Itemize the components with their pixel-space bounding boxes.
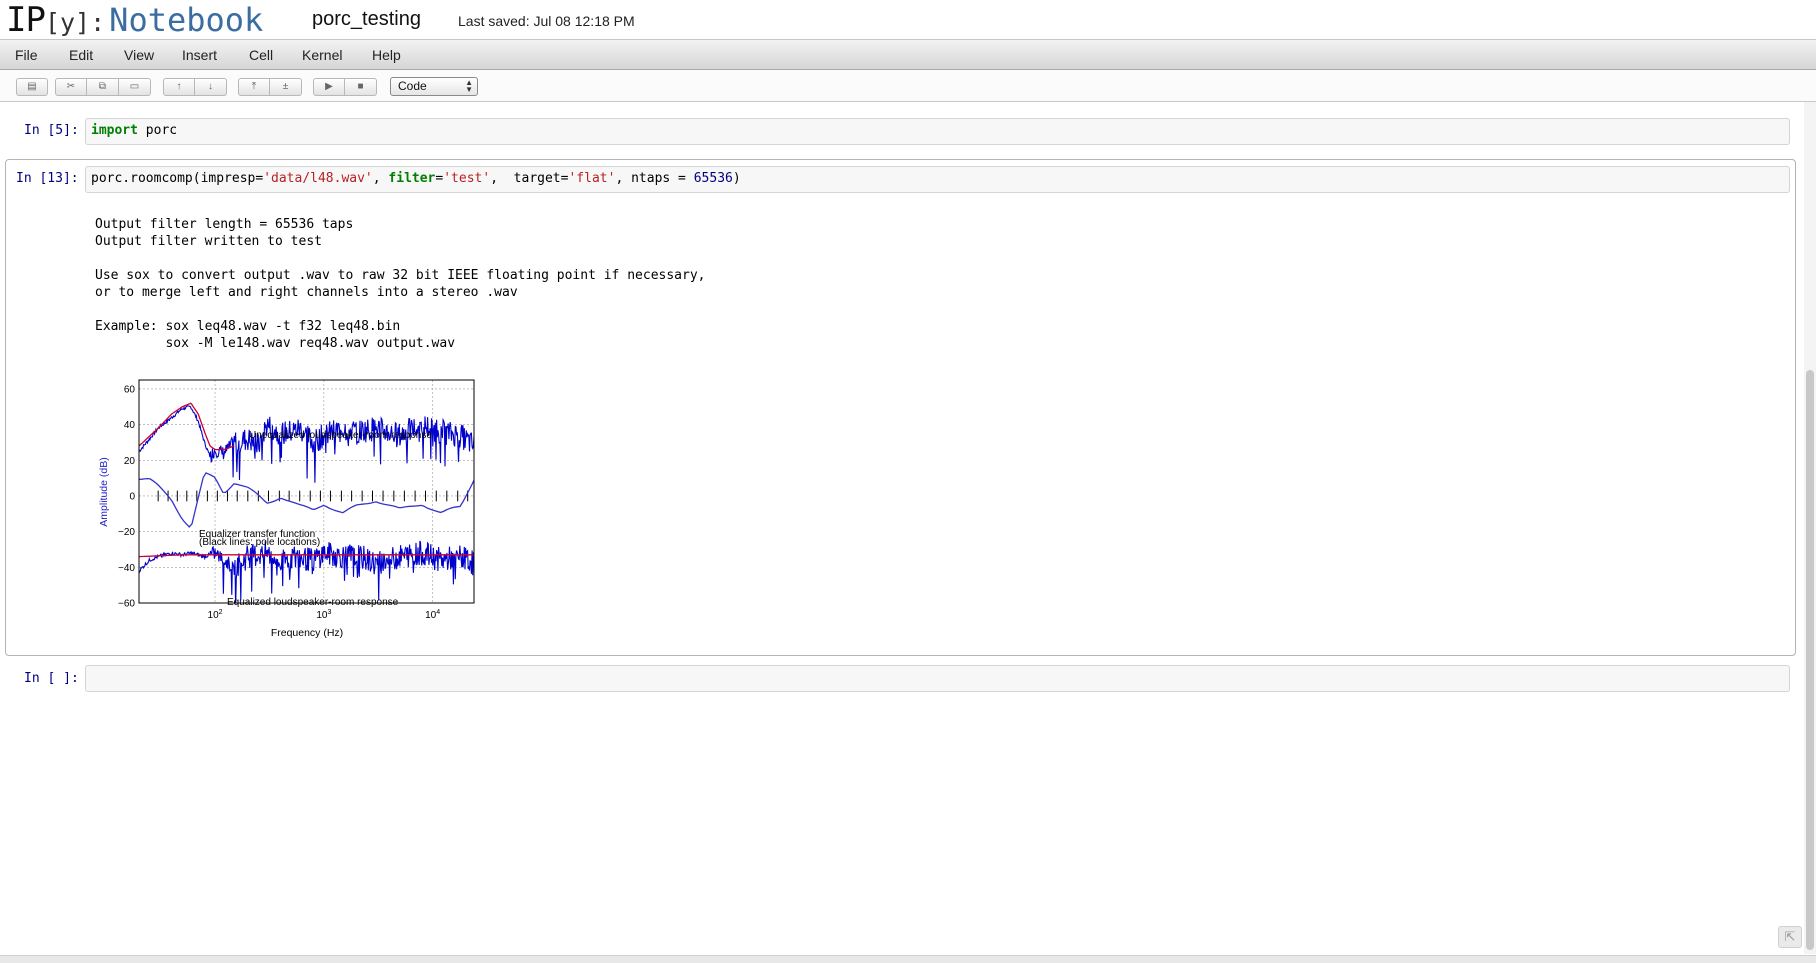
code-token: , ntaps =: [615, 171, 694, 186]
x-tick-label: 103: [316, 609, 331, 621]
cut-icon: ✂: [66, 81, 76, 92]
scrollbar-thumb[interactable]: [1806, 370, 1814, 950]
notebook-name[interactable]: porc_testing: [312, 8, 421, 31]
logo-notebook-text: Notebook: [109, 1, 264, 39]
y-tick-label: 60: [124, 384, 136, 395]
run-icon: ▶: [325, 81, 333, 92]
y-tick-label: 20: [124, 456, 136, 467]
logo-ip-text: IP: [6, 0, 46, 40]
menu-help[interactable]: Help: [368, 40, 405, 69]
code-token: , target=: [490, 171, 569, 186]
stop-button[interactable]: ■: [345, 78, 377, 96]
series-line: [139, 472, 474, 528]
select-arrows-icon: ▲ ▼: [465, 78, 473, 94]
y-tick-label: −40: [118, 563, 135, 574]
output-line: Output filter length = 65536 taps: [95, 217, 354, 232]
output-line: or to merge left and right channels into…: [95, 285, 518, 300]
code-text: porc: [137, 123, 178, 138]
run-button[interactable]: ▶: [313, 78, 345, 96]
code-keyword: import: [91, 123, 138, 138]
paste-icon: ▭: [129, 81, 140, 92]
save-icon: ▤: [27, 81, 37, 92]
code-token: 'test': [443, 171, 491, 186]
x-tick-label: 102: [208, 609, 223, 621]
code-input[interactable]: import porc: [85, 118, 1790, 145]
code-token: 65536: [693, 171, 733, 186]
output-line: Use sox to convert output .wav to raw 32…: [95, 268, 706, 283]
stop-icon: ■: [357, 81, 364, 92]
menubar: File Edit View Insert Cell Kernel Help: [0, 39, 1816, 70]
x-axis-label: Frequency (Hz): [271, 627, 343, 639]
code-input[interactable]: porc.roomcomp(impresp='data/l48.wav', fi…: [85, 166, 1790, 193]
toolbar: ▤ ✂ ⧉ ▭ ↑ ↓ ⤒ ± ▶ ■ Code ▲ ▼: [0, 70, 1816, 102]
cut-button[interactable]: ✂: [55, 78, 87, 96]
cell-prompt: In [13]:: [16, 171, 79, 186]
y-tick-label: 0: [129, 491, 135, 502]
ipython-logo[interactable]: IP[y]: Notebook: [6, 0, 264, 40]
code-token: 'data/l48.wav': [263, 171, 373, 186]
output-line: Output filter written to test: [95, 234, 322, 249]
logo-y-text: [y]:: [44, 8, 106, 37]
y-axis-ticks: 60 40 20 0 −20 −40 −60: [118, 384, 135, 609]
menu-cell[interactable]: Cell: [245, 40, 277, 69]
cell-prompt: In [ ]:: [24, 671, 79, 686]
menu-file[interactable]: File: [11, 40, 42, 69]
move-down-button[interactable]: ↓: [195, 78, 227, 96]
x-tick-label: 104: [425, 609, 440, 621]
expand-pager-icon[interactable]: ⇱: [1778, 926, 1802, 948]
output-line: sox -M le148.wav req48.wav output.wav: [95, 336, 456, 351]
save-button[interactable]: ▤: [16, 78, 48, 96]
y-tick-label: 40: [124, 420, 136, 431]
chart-annotation: Equalized loudspeaker-room response: [227, 597, 399, 608]
code-token: 'flat': [568, 171, 616, 186]
series-line: [139, 405, 474, 483]
move-down-icon: ↓: [208, 81, 213, 92]
insert-below-icon: ±: [282, 81, 289, 92]
series-line: [139, 402, 235, 451]
frequency-response-chart: 60 40 20 0 −20 −40 −60 102 103 104 Unequalized l…: [98, 379, 475, 639]
insert-below-button[interactable]: ±: [270, 78, 302, 96]
insert-above-button[interactable]: ⤒: [238, 78, 270, 96]
code-token: porc.roomcomp(impresp=: [91, 171, 264, 186]
copy-button[interactable]: ⧉: [87, 78, 119, 96]
x-axis-ticks: 102 103 104: [208, 609, 441, 621]
menu-kernel[interactable]: Kernel: [298, 40, 346, 69]
cell-output-text: Output filter length = 65536 taps Output …: [95, 216, 705, 352]
menu-insert[interactable]: Insert: [178, 40, 221, 69]
code-token: ,: [372, 171, 389, 186]
chart-annotation: Unequalized loudspeaker-room response: [249, 430, 432, 441]
y-tick-label: −60: [118, 599, 135, 610]
empty-code-input[interactable]: [85, 665, 1790, 692]
menu-view[interactable]: View: [120, 40, 158, 69]
series-line: [139, 554, 474, 558]
copy-icon: ⧉: [98, 81, 107, 92]
save-status: Last saved: Jul 08 12:18 PM: [458, 13, 635, 29]
notebook-header: IP[y]: Notebook porc_testing Last saved: …: [0, 0, 1816, 40]
cell-type-value: Code: [398, 79, 427, 93]
insert-above-icon: ⤒: [251, 81, 257, 92]
paste-button[interactable]: ▭: [119, 78, 151, 96]
output-line: Example: sox leq48.wav -t f32 leq48.bin: [95, 319, 401, 334]
chart-annotation: (Black lines: pole locations): [199, 537, 320, 548]
code-token: filter: [388, 171, 436, 186]
move-up-icon: ↑: [176, 81, 182, 92]
cell-prompt: In [5]:: [24, 123, 79, 138]
cell-type-select[interactable]: Code ▲ ▼: [390, 77, 478, 96]
y-tick-label: −20: [118, 527, 135, 538]
menu-edit[interactable]: Edit: [65, 40, 97, 69]
y-axis-label: Amplitude (dB): [98, 457, 110, 526]
code-token: ): [732, 171, 741, 186]
move-up-button[interactable]: ↑: [163, 78, 195, 96]
